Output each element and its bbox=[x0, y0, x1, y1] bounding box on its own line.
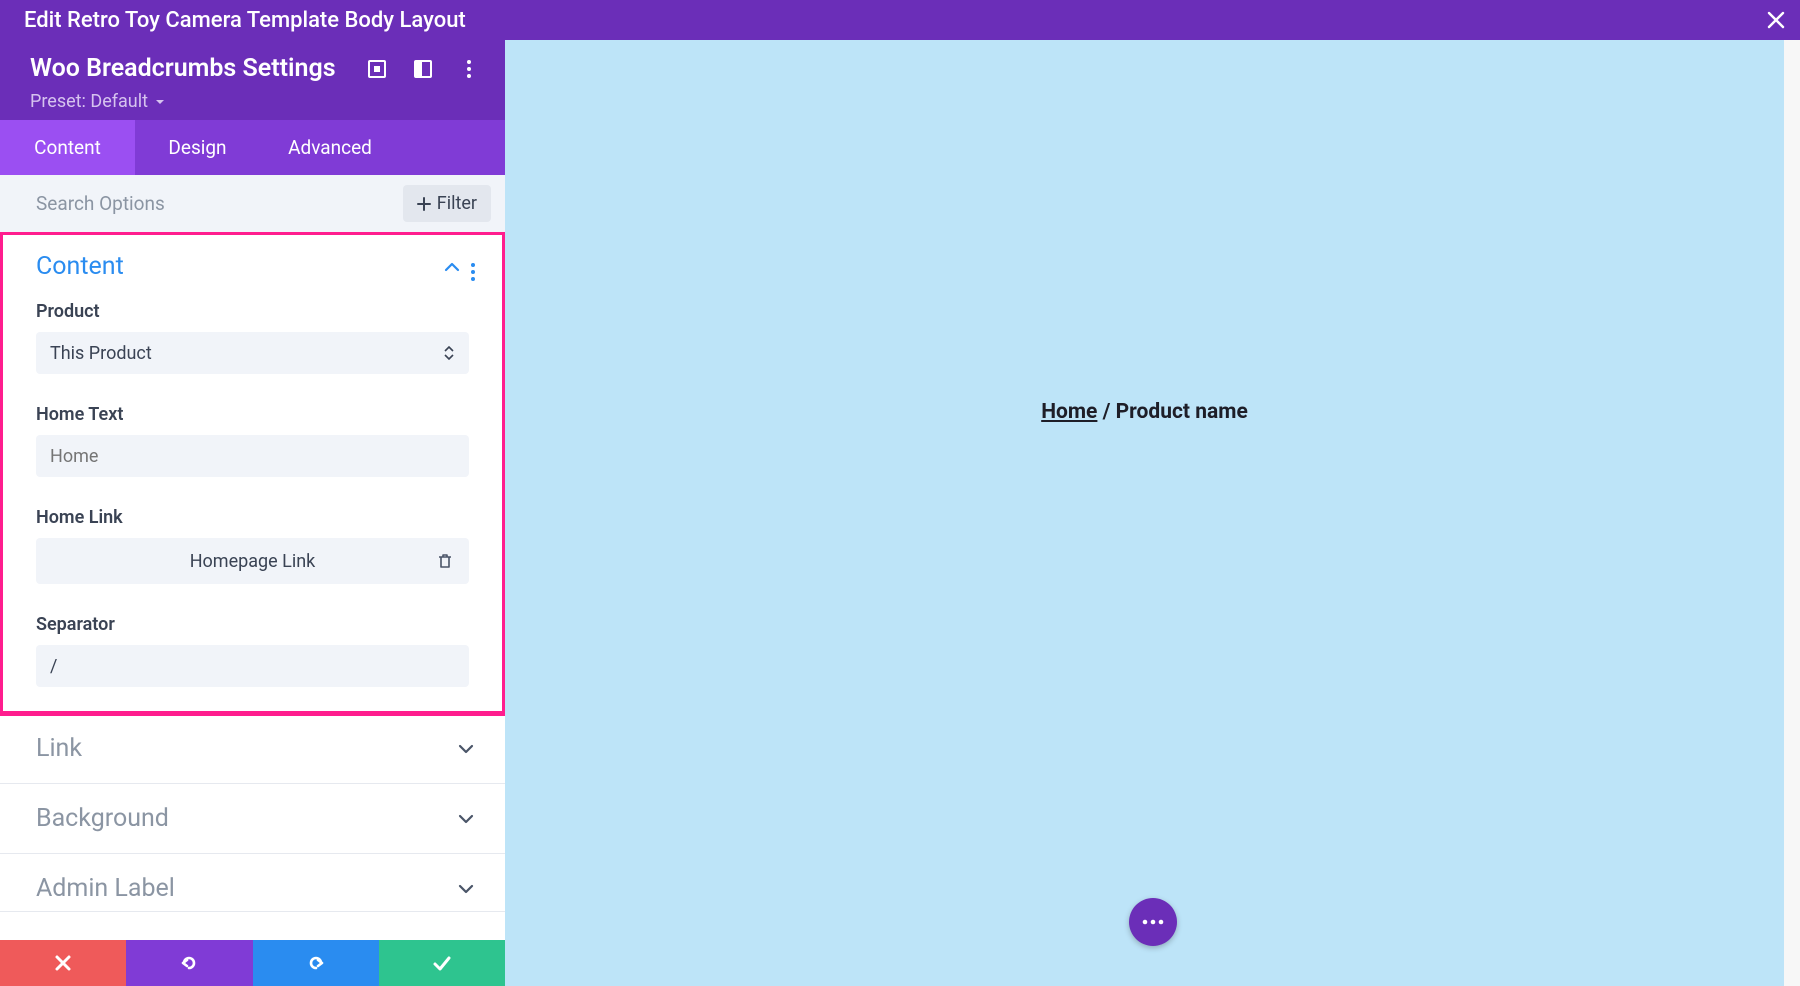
search-row: Filter bbox=[0, 175, 505, 232]
preview-area: Home / Product name bbox=[505, 40, 1800, 986]
section-link-header[interactable]: Link bbox=[0, 714, 505, 783]
product-label: Product bbox=[36, 301, 469, 322]
breadcrumb-current: Product name bbox=[1116, 400, 1248, 424]
preset-label: Preset: Default bbox=[30, 91, 148, 112]
separator-input-wrap bbox=[36, 645, 469, 687]
module-header: Woo Breadcrumbs Settings Preset: Default bbox=[0, 40, 505, 120]
breadcrumb-home-link[interactable]: Home bbox=[1041, 400, 1097, 424]
filter-button[interactable]: Filter bbox=[403, 185, 491, 222]
home-link-value: Homepage Link bbox=[190, 551, 316, 572]
product-select-value: This Product bbox=[50, 343, 152, 364]
expand-fullscreen-icon[interactable] bbox=[365, 57, 389, 81]
home-link-label: Home Link bbox=[36, 507, 469, 528]
section-admin-label-header[interactable]: Admin Label bbox=[0, 854, 505, 911]
home-text-label: Home Text bbox=[36, 404, 469, 425]
cancel-button[interactable] bbox=[0, 940, 126, 986]
home-link-control[interactable]: Homepage Link bbox=[36, 538, 469, 584]
preset-dropdown[interactable]: Preset: Default bbox=[30, 91, 481, 112]
home-text-input-wrap bbox=[36, 435, 469, 477]
section-content: Content Product This Product bbox=[0, 232, 505, 714]
section-admin-label-title: Admin Label bbox=[36, 874, 175, 903]
apply-button[interactable] bbox=[379, 940, 505, 986]
section-background-title: Background bbox=[36, 804, 169, 833]
chevron-down-icon bbox=[457, 810, 475, 828]
breadcrumb: Home / Product name bbox=[1041, 400, 1248, 424]
chevron-down-icon bbox=[457, 880, 475, 898]
chevron-down-icon bbox=[457, 740, 475, 758]
select-caret-icon bbox=[443, 346, 455, 360]
content-fields: Product This Product Home Text Home Link… bbox=[0, 301, 505, 713]
close-button[interactable] bbox=[1766, 10, 1786, 30]
tab-advanced[interactable]: Advanced bbox=[260, 120, 400, 175]
preview-scrollbar[interactable] bbox=[1784, 40, 1800, 986]
settings-panel: Woo Breadcrumbs Settings Preset: Default… bbox=[0, 40, 505, 986]
snap-left-icon[interactable] bbox=[411, 57, 435, 81]
undo-button[interactable] bbox=[126, 940, 252, 986]
separator-input[interactable] bbox=[50, 656, 455, 677]
section-link-title: Link bbox=[36, 734, 82, 763]
delete-link-icon[interactable] bbox=[429, 545, 461, 577]
filter-button-label: Filter bbox=[437, 193, 477, 214]
separator-label: Separator bbox=[36, 614, 469, 635]
action-bar bbox=[0, 940, 505, 986]
section-more-icon[interactable] bbox=[471, 252, 475, 281]
home-text-input[interactable] bbox=[50, 446, 455, 467]
module-title: Woo Breadcrumbs Settings bbox=[30, 54, 343, 83]
section-admin-label: Admin Label bbox=[0, 854, 505, 912]
redo-button[interactable] bbox=[253, 940, 379, 986]
section-content-header[interactable]: Content bbox=[0, 232, 505, 301]
section-link: Link bbox=[0, 714, 505, 784]
settings-tabs: Content Design Advanced bbox=[0, 120, 505, 175]
section-background: Background bbox=[0, 784, 505, 854]
section-content-title: Content bbox=[36, 252, 124, 281]
breadcrumb-separator: / bbox=[1097, 400, 1115, 424]
window-title: Edit Retro Toy Camera Template Body Layo… bbox=[24, 8, 466, 33]
tab-content[interactable]: Content bbox=[0, 120, 135, 175]
more-options-icon[interactable] bbox=[457, 57, 481, 81]
chevron-up-icon bbox=[443, 258, 461, 276]
preview-fab[interactable] bbox=[1129, 898, 1177, 946]
search-input[interactable] bbox=[36, 192, 393, 215]
window-title-bar: Edit Retro Toy Camera Template Body Layo… bbox=[0, 0, 1800, 40]
product-select[interactable]: This Product bbox=[36, 332, 469, 374]
section-background-header[interactable]: Background bbox=[0, 784, 505, 853]
tab-design[interactable]: Design bbox=[135, 120, 260, 175]
settings-body: Content Product This Product bbox=[0, 232, 505, 986]
